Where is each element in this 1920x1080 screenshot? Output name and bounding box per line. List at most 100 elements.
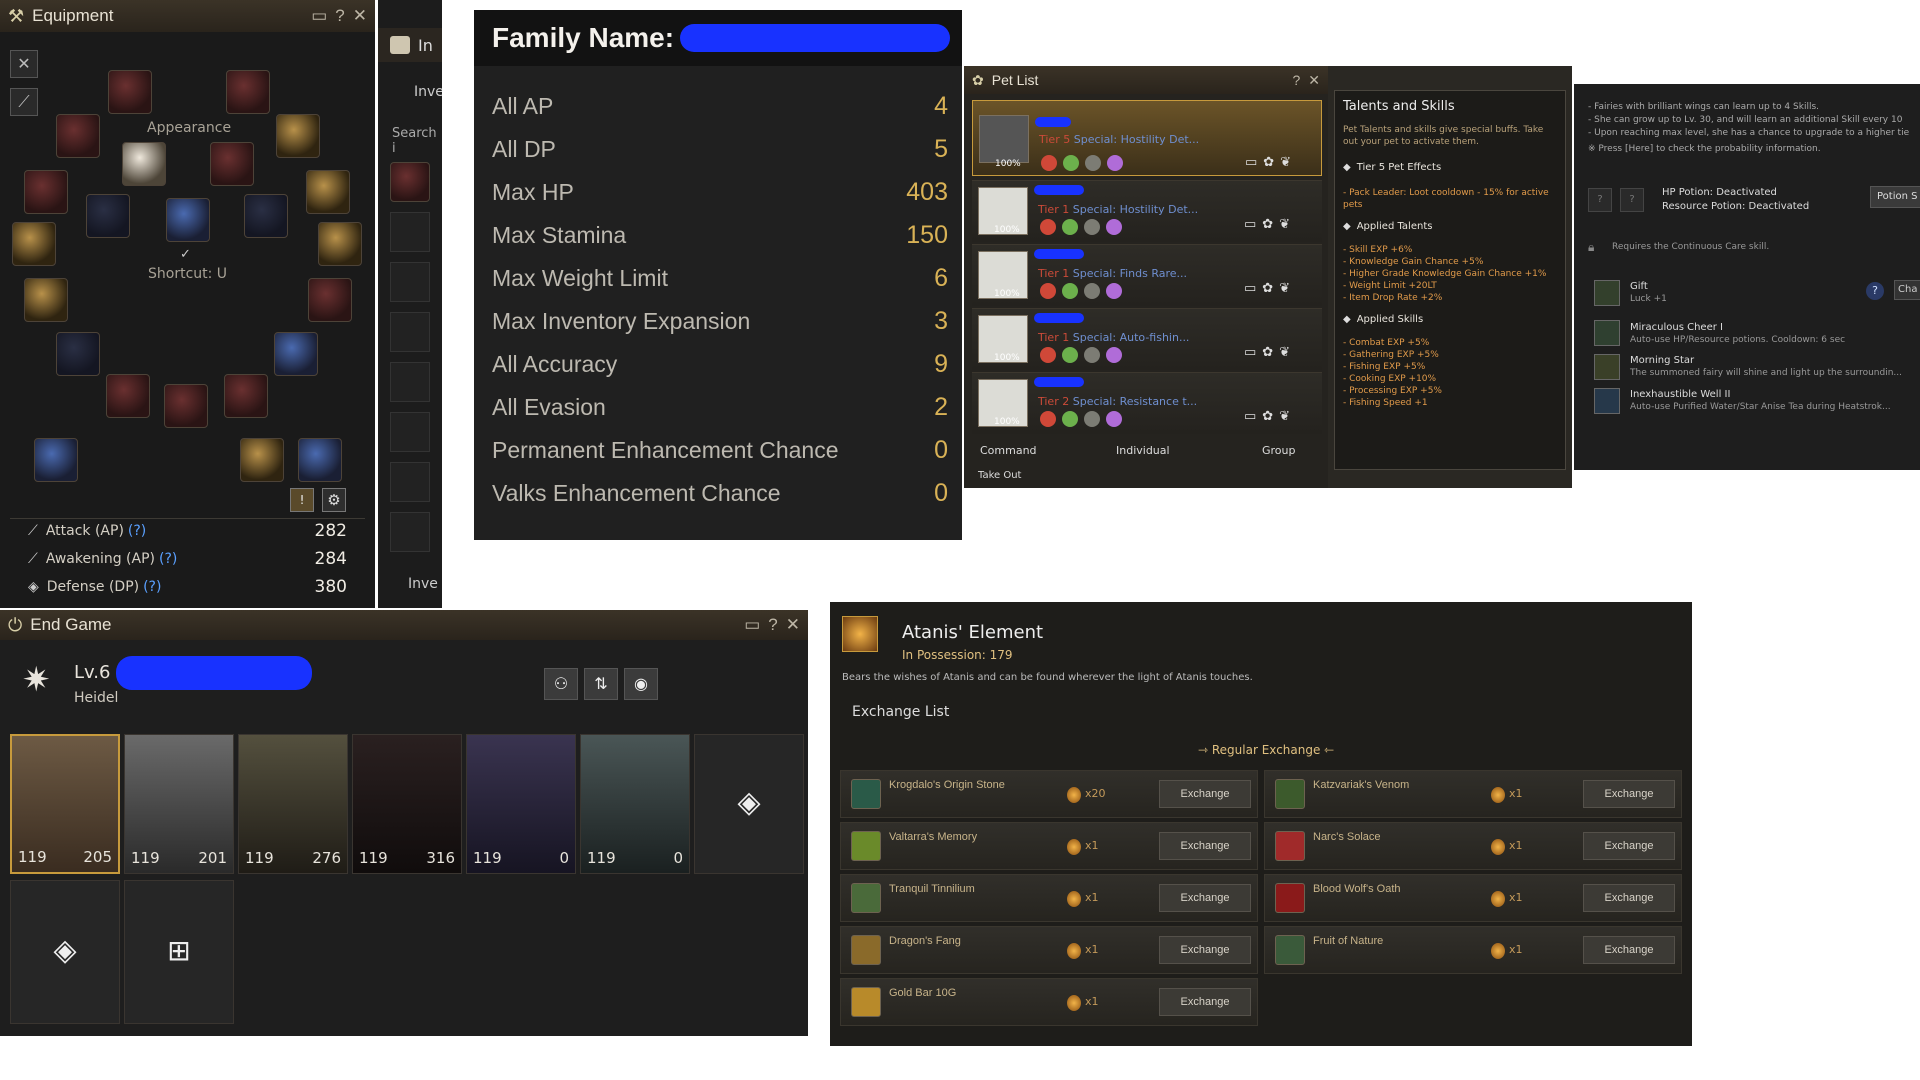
family-stat-row: All AP 4 (492, 86, 948, 126)
inventory-window-partial: In Inve Search i Inve (378, 0, 442, 608)
pet-skill-orb (1107, 155, 1123, 171)
crossed-swords-icon[interactable]: ✕ (10, 50, 38, 78)
exchange-button[interactable]: Exchange (1159, 832, 1251, 860)
tool-icon[interactable]: ⟋ (10, 88, 38, 116)
potion-settings-button[interactable]: Potion S (1870, 186, 1920, 208)
exchange-button[interactable]: Exchange (1583, 936, 1675, 964)
pet-action-icons[interactable]: ▭✿❦ (1244, 345, 1296, 360)
next-page-button[interactable]: ◈ (694, 734, 804, 874)
equipment-slot[interactable] (244, 194, 288, 238)
equipment-slot[interactable] (24, 278, 68, 322)
window-icon[interactable]: ▭ (744, 615, 760, 635)
character-card[interactable]: 119 276 (238, 734, 348, 874)
item-icon (851, 831, 881, 861)
pet-action-icons[interactable]: ▭✿❦ (1244, 217, 1296, 232)
take-out-button[interactable]: Take Out (978, 470, 1021, 481)
exchange-button[interactable]: Exchange (1159, 780, 1251, 808)
exchange-button[interactable]: Exchange (1159, 936, 1251, 964)
character-card[interactable]: 119 201 (124, 734, 234, 874)
equipment-slot[interactable] (308, 278, 352, 322)
help-link[interactable]: (?) (143, 579, 161, 595)
equipment-slot[interactable] (56, 114, 100, 158)
hp-potion-slot[interactable]: ? (1588, 188, 1612, 212)
help-icon[interactable]: ? (335, 6, 344, 26)
equipment-slot[interactable] (24, 170, 68, 214)
help-link[interactable]: (?) (159, 551, 177, 567)
pet-action-icons[interactable]: ▭✿❦ (1244, 281, 1296, 296)
equipment-slot[interactable] (306, 170, 350, 214)
talents-panel: Talents and Skills Pet Talents and skill… (1328, 66, 1572, 488)
equipment-slot[interactable] (108, 70, 152, 114)
pet-row[interactable]: Tier 1 Special: Hostility Det... 100% ▭✿… (972, 180, 1322, 242)
inventory-slot[interactable] (390, 162, 430, 202)
gear-icon[interactable]: ⚙ (322, 488, 346, 512)
equipment-slot[interactable] (164, 384, 208, 428)
character-card[interactable]: 119 205 (10, 734, 120, 874)
equipment-slot[interactable] (276, 114, 320, 158)
equipment-slot[interactable] (274, 332, 318, 376)
coin-icon (1491, 943, 1505, 959)
character-card[interactable]: 119 316 (352, 734, 462, 874)
equipment-slot[interactable] (166, 198, 210, 242)
exchange-button[interactable]: Exchange (1159, 988, 1251, 1016)
exchange-button[interactable]: Exchange (1583, 884, 1675, 912)
inventory-tab[interactable]: Inve (414, 84, 442, 100)
character-swap-button[interactable]: ⚇ (544, 668, 578, 700)
fairy-action-button[interactable]: Cha (1894, 280, 1920, 300)
pet-row[interactable]: Tier 1 Special: Finds Rare... 100% ▭✿❦ (972, 244, 1322, 306)
inventory-slot[interactable] (390, 262, 430, 302)
empty-slot-button[interactable]: ◈ (10, 880, 120, 1024)
equipment-slot[interactable] (240, 438, 284, 482)
pet-action-icons[interactable]: ▭✿❦ (1244, 409, 1296, 424)
inventory-slot[interactable] (390, 412, 430, 452)
add-character-button[interactable]: ⊞ (124, 880, 234, 1024)
pet-row[interactable]: Tier 1 Special: Auto-fishin... 100% ▭✿❦ (972, 308, 1322, 370)
help-icon[interactable]: ? (1292, 72, 1300, 89)
close-icon[interactable]: ✕ (1308, 72, 1320, 89)
document-icon[interactable]: ▭ (311, 6, 327, 26)
pet-row[interactable]: Tier 5 Special: Hostility Det... 100% ▭✿… (972, 100, 1322, 176)
fairy-skill-name: Morning Star (1630, 355, 1695, 366)
equipment-slot[interactable] (56, 332, 100, 376)
equipment-slot[interactable] (12, 222, 56, 266)
equipment-slot[interactable] (226, 70, 270, 114)
equipment-slot[interactable] (210, 142, 254, 186)
equipment-slot[interactable] (106, 374, 150, 418)
help-icon[interactable]: ? (1866, 282, 1884, 300)
book-icon[interactable]: ! (290, 488, 314, 512)
attack-stat-row: ⟋ Attack (AP) (?) 282 (28, 520, 347, 542)
inventory-slot[interactable] (390, 362, 430, 402)
fairy-skill-desc: The summoned fairy will shine and light … (1630, 368, 1902, 378)
individual-button[interactable]: Individual (1116, 444, 1170, 457)
equipment-slot[interactable] (318, 222, 362, 266)
close-icon[interactable]: ✕ (786, 615, 800, 635)
help-icon[interactable]: ? (768, 615, 777, 635)
family-level: Lv.6 (74, 662, 111, 683)
pet-action-icons[interactable]: ▭✿❦ (1245, 155, 1297, 170)
exchange-button[interactable]: Exchange (1583, 780, 1675, 808)
pet-skill-orb (1041, 155, 1057, 171)
equipment-slot[interactable] (298, 438, 342, 482)
character-order-button[interactable]: ⇅ (584, 668, 618, 700)
pet-row[interactable]: Tier 2 Special: Resistance t... 100% ▭✿❦ (972, 372, 1322, 434)
close-icon[interactable]: ✕ (353, 6, 367, 26)
checkbox-icon[interactable]: ✓ (180, 247, 191, 262)
inventory-slot[interactable] (390, 212, 430, 252)
inventory-slot[interactable] (390, 512, 430, 552)
resource-potion-slot[interactable]: ? (1620, 188, 1644, 212)
character-card[interactable]: 119 0 (466, 734, 576, 874)
equipment-slot[interactable] (224, 374, 268, 418)
fairy-info-line[interactable]: ※ Press [Here] to check the probability … (1588, 144, 1821, 154)
exchange-button[interactable]: Exchange (1583, 832, 1675, 860)
camera-icon[interactable]: ◉ (624, 668, 658, 700)
inventory-search-input[interactable]: Search i (392, 126, 442, 156)
character-card[interactable]: 119 0 (580, 734, 690, 874)
inventory-slot[interactable] (390, 312, 430, 352)
equipment-slot[interactable] (34, 438, 78, 482)
group-button[interactable]: Group (1262, 444, 1296, 457)
inventory-slot[interactable] (390, 462, 430, 502)
equipment-slot[interactable] (86, 194, 130, 238)
equipment-slot[interactable] (122, 142, 166, 186)
help-link[interactable]: (?) (128, 523, 146, 539)
exchange-button[interactable]: Exchange (1159, 884, 1251, 912)
